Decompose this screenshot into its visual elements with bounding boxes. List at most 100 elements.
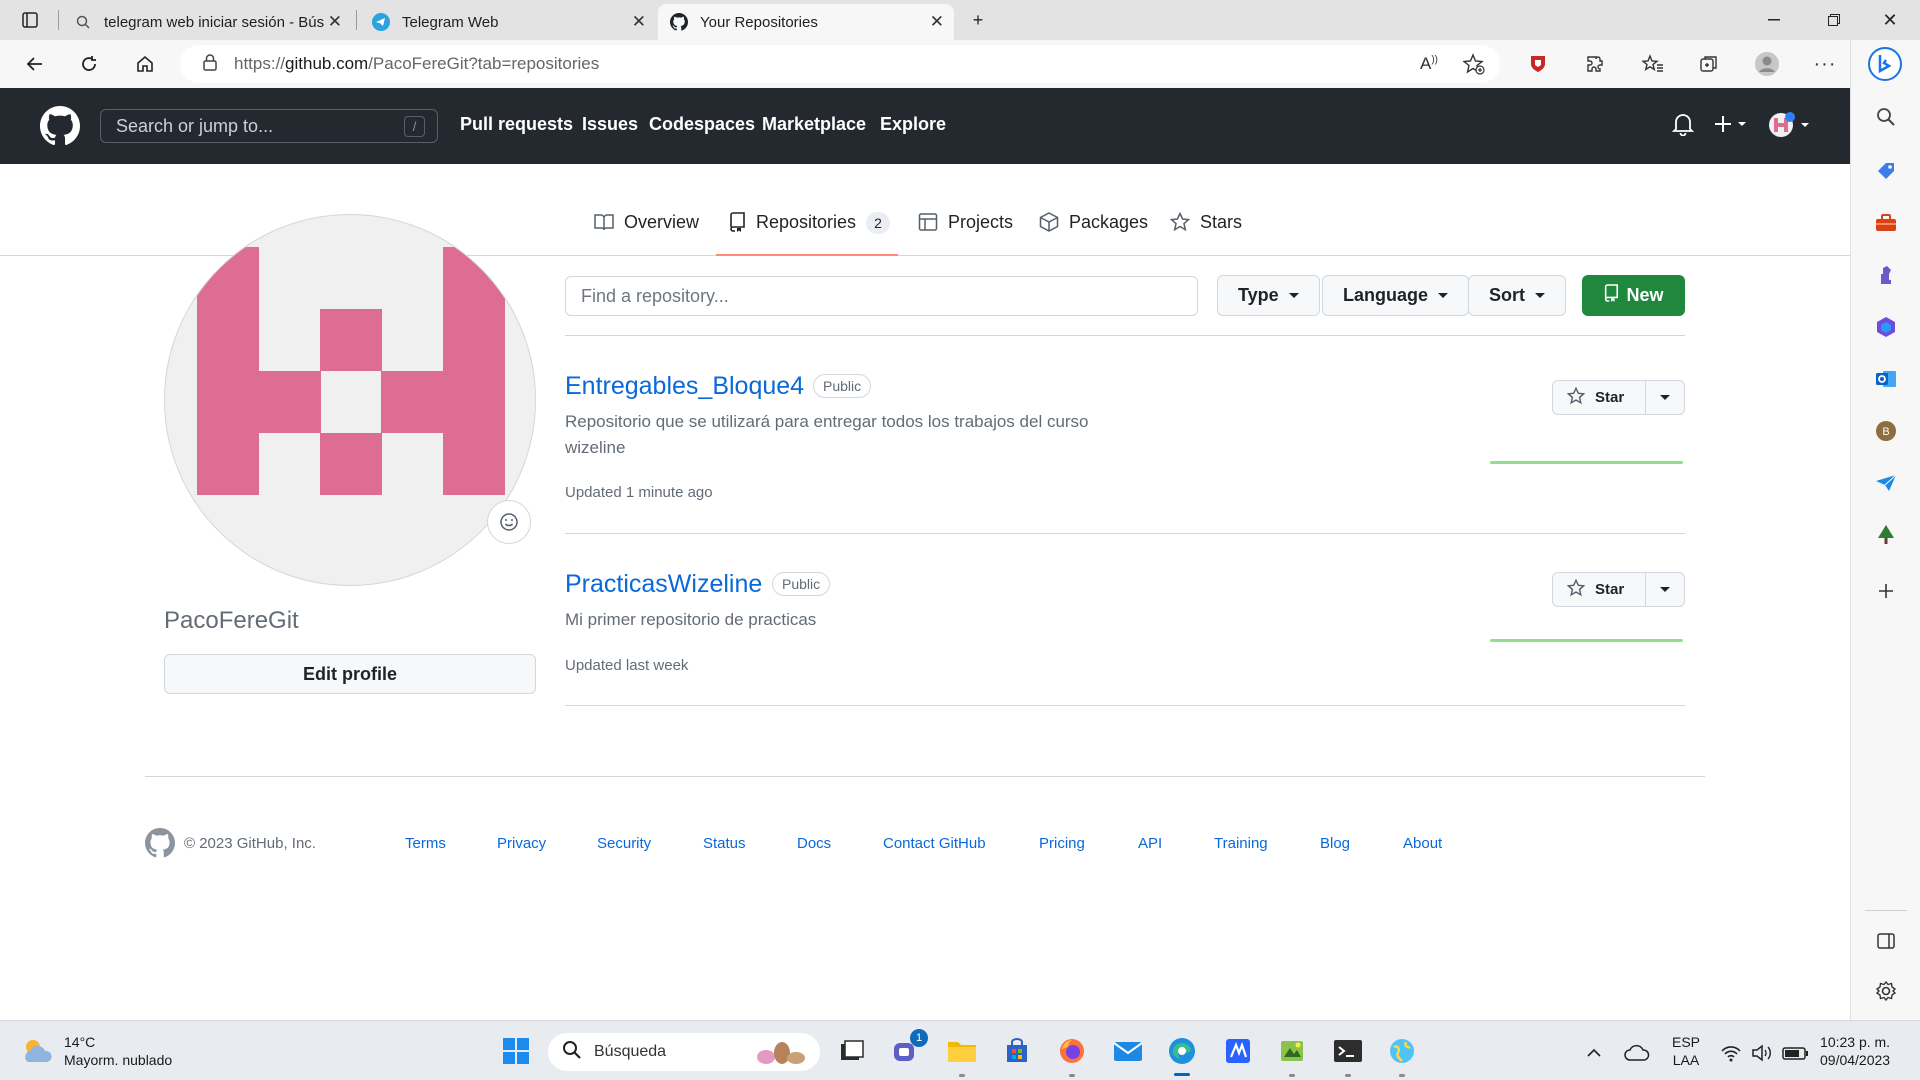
tab-actions-icon[interactable] xyxy=(10,6,50,34)
repo-name-link[interactable]: Entregables_Bloque4 xyxy=(565,372,804,401)
footer-link-about[interactable]: About xyxy=(1403,835,1442,852)
language-filter-dropdown[interactable]: Language xyxy=(1322,275,1470,316)
star-button-main[interactable]: Star xyxy=(1553,573,1646,606)
user-avatar-menu[interactable] xyxy=(1768,110,1812,145)
clock[interactable]: 10:23 p. m. 09/04/2023 xyxy=(1820,1033,1890,1069)
file-explorer-icon[interactable] xyxy=(946,1035,978,1067)
split-screen-icon[interactable] xyxy=(1873,928,1899,954)
repo-name-link[interactable]: PracticasWizeline xyxy=(565,570,762,599)
extension-shield-icon[interactable] xyxy=(1521,48,1555,80)
close-tab-icon[interactable]: ✕ xyxy=(930,12,944,32)
browser-tab-telegram[interactable]: Telegram Web ✕ xyxy=(360,4,656,40)
favorites-icon[interactable] xyxy=(1636,48,1670,80)
browser-tab-search[interactable]: telegram web iniciar sesión - Bús ✕ xyxy=(62,4,352,40)
edge-browser-icon[interactable] xyxy=(1166,1035,1198,1067)
firefox-icon[interactable] xyxy=(1056,1035,1088,1067)
footer-link-security[interactable]: Security xyxy=(597,835,651,852)
extensions-icon[interactable] xyxy=(1578,48,1612,80)
account-b-icon[interactable]: B xyxy=(1873,418,1899,444)
new-tab-icon[interactable]: + xyxy=(958,6,998,34)
find-repository-input[interactable]: Find a repository... xyxy=(565,276,1198,316)
star-button[interactable]: Star xyxy=(1552,572,1685,607)
notifications-bell-icon[interactable] xyxy=(1671,112,1695,141)
footer-link-status[interactable]: Status xyxy=(703,835,746,852)
lock-icon[interactable] xyxy=(202,53,218,76)
address-bar[interactable]: https://github.com/PacoFereGit?tab=repos… xyxy=(180,45,1500,83)
footer-link-pricing[interactable]: Pricing xyxy=(1039,835,1085,852)
shopping-tag-icon[interactable] xyxy=(1873,158,1899,184)
add-icon[interactable] xyxy=(1873,578,1899,604)
settings-gear-icon[interactable] xyxy=(1873,978,1899,1004)
footer-link-docs[interactable]: Docs xyxy=(797,835,831,852)
create-new-plus-icon[interactable] xyxy=(1714,114,1750,139)
nav-pull-requests[interactable]: Pull requests xyxy=(460,114,573,135)
github-mark-icon[interactable] xyxy=(145,828,175,863)
games-icon[interactable] xyxy=(1873,262,1899,288)
search-icon[interactable] xyxy=(1873,104,1899,130)
restore-icon[interactable] xyxy=(1814,6,1854,34)
teams-chat-icon[interactable]: 1 xyxy=(890,1029,928,1067)
task-view-icon[interactable] xyxy=(836,1035,868,1067)
tab-repositories[interactable]: Repositories 2 xyxy=(716,212,898,256)
star-list-dropdown[interactable] xyxy=(1646,587,1684,592)
footer-link-contact[interactable]: Contact GitHub xyxy=(883,835,986,852)
minimize-icon[interactable] xyxy=(1754,6,1794,34)
taskbar-search-box[interactable]: Búsqueda xyxy=(548,1033,820,1071)
globe-app-icon[interactable] xyxy=(1386,1035,1418,1067)
paint-app-icon[interactable] xyxy=(1276,1035,1308,1067)
nav-explore[interactable]: Explore xyxy=(880,114,946,135)
github-logo-icon[interactable] xyxy=(40,106,80,151)
tab-stars[interactable]: Stars xyxy=(1169,211,1242,256)
footer-link-blog[interactable]: Blog xyxy=(1320,835,1350,852)
type-filter-dropdown[interactable]: Type xyxy=(1217,275,1320,316)
show-hidden-icons-chevron-icon[interactable] xyxy=(1582,1037,1606,1069)
mail-icon[interactable] xyxy=(1112,1035,1144,1067)
profile-avatar[interactable] xyxy=(164,214,536,586)
input-language-indicator[interactable]: ESP LAA xyxy=(1672,1033,1700,1069)
more-options-icon[interactable]: ··· xyxy=(1808,48,1842,80)
footer-link-api[interactable]: API xyxy=(1138,835,1162,852)
footer-link-training[interactable]: Training xyxy=(1214,835,1268,852)
star-button[interactable]: Star xyxy=(1552,380,1685,415)
tab-projects[interactable]: Projects xyxy=(918,212,1013,256)
sort-dropdown[interactable]: Sort xyxy=(1468,275,1566,316)
visual-studio-icon[interactable] xyxy=(1222,1035,1254,1067)
edit-profile-button[interactable]: Edit profile xyxy=(164,654,536,694)
tab-overview[interactable]: Overview xyxy=(594,212,699,256)
tree-icon[interactable] xyxy=(1873,522,1899,548)
new-repository-button[interactable]: New xyxy=(1582,275,1685,316)
close-tab-icon[interactable]: ✕ xyxy=(328,12,342,32)
profile-avatar-icon[interactable] xyxy=(1750,48,1784,80)
footer-link-privacy[interactable]: Privacy xyxy=(497,835,546,852)
send-icon[interactable] xyxy=(1873,470,1899,496)
nav-codespaces[interactable]: Codespaces xyxy=(649,114,755,135)
star-button-main[interactable]: Star xyxy=(1553,381,1646,414)
tools-briefcase-icon[interactable] xyxy=(1873,210,1899,236)
onedrive-cloud-icon[interactable] xyxy=(1622,1037,1652,1069)
outlook-icon[interactable] xyxy=(1873,366,1899,392)
bing-icon[interactable] xyxy=(1867,46,1903,82)
clock-date: 09/04/2023 xyxy=(1820,1052,1891,1068)
refresh-icon[interactable] xyxy=(72,48,106,80)
close-tab-icon[interactable]: ✕ xyxy=(632,12,646,32)
set-status-emoji-icon[interactable] xyxy=(487,500,531,544)
nav-marketplace[interactable]: Marketplace xyxy=(762,114,866,135)
close-window-icon[interactable]: ✕ xyxy=(1870,6,1910,34)
back-icon[interactable] xyxy=(18,48,52,80)
system-tray-status[interactable] xyxy=(1716,1037,1816,1069)
collections-icon[interactable] xyxy=(1692,48,1726,80)
star-list-dropdown[interactable] xyxy=(1646,395,1684,400)
browser-tab-github[interactable]: Your Repositories ✕ xyxy=(658,4,954,40)
add-favorite-icon[interactable] xyxy=(1457,48,1491,80)
windows-start-icon[interactable] xyxy=(500,1035,532,1067)
tab-packages[interactable]: Packages xyxy=(1039,212,1148,256)
footer-link-terms[interactable]: Terms xyxy=(405,835,446,852)
microsoft-store-icon[interactable] xyxy=(1001,1035,1033,1067)
terminal-icon[interactable] xyxy=(1332,1035,1364,1067)
nav-issues[interactable]: Issues xyxy=(582,114,638,135)
home-icon[interactable] xyxy=(128,48,162,80)
weather-widget[interactable]: 14°C Mayorm. nublado xyxy=(20,1033,172,1069)
github-search-input[interactable]: Search or jump to... / xyxy=(100,109,438,143)
microsoft-365-icon[interactable] xyxy=(1873,314,1899,340)
read-aloud-icon[interactable]: A)) xyxy=(1412,48,1446,80)
